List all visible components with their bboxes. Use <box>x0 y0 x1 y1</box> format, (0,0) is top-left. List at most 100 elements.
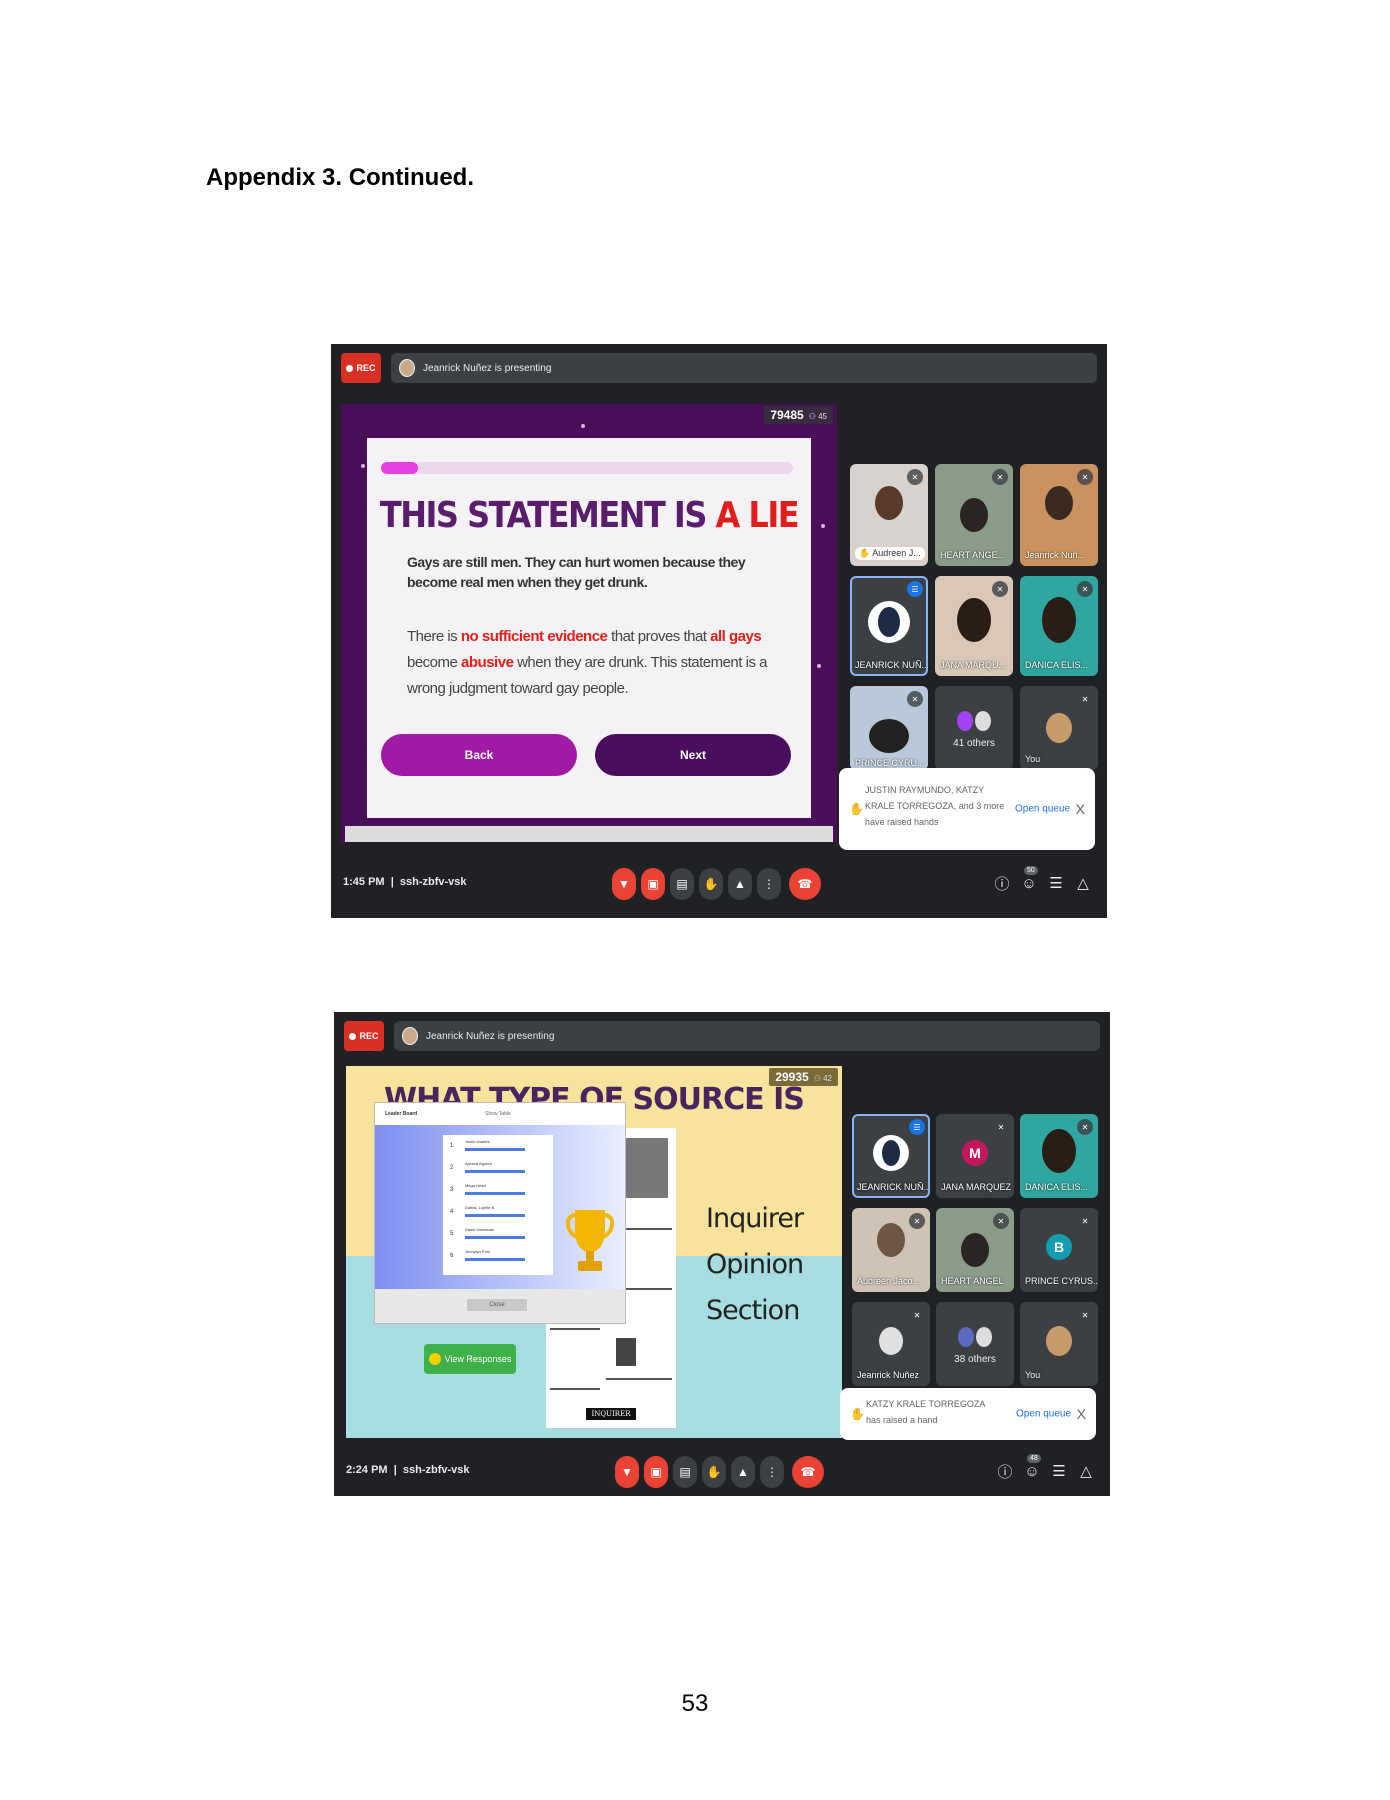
others-avatar <box>976 1327 992 1348</box>
participant-tile[interactable]: ✕ HEART ANGE... <box>935 464 1013 566</box>
participant-tile[interactable]: ✕ HEART ANGEL <box>936 1208 1014 1292</box>
participant-name: JEANRICK NUÑ... <box>855 660 928 670</box>
raise-hand-button[interactable]: ✋ <box>702 1456 726 1488</box>
camera-toggle-button[interactable]: ▣ <box>641 868 665 900</box>
presenting-banner: Jeanrick Nuñez is presenting <box>391 353 1097 383</box>
end-call-button[interactable]: ☎ <box>792 1456 824 1488</box>
mic-off-icon: ✕ <box>1077 1213 1093 1229</box>
notification-text: JUSTIN RAYMUNDO, KATZY KRALE TORREGOZA, … <box>865 785 1005 827</box>
chat-icon[interactable]: ☰ <box>1048 1460 1070 1482</box>
participant-tile[interactable]: B ✕ PRINCE CYRUS... <box>1020 1208 1098 1292</box>
raise-hand-button[interactable]: ✋ <box>699 868 723 900</box>
leaderboard-header: Leader Board Show Table <box>375 1103 625 1125</box>
speaking-icon: ☰ <box>907 581 923 597</box>
leaderboard-body: 1 Justin charles 2 Ajiesha Aguirre 3 Mega H… <box>375 1125 625 1289</box>
mic-toggle-button[interactable]: ▼ <box>612 868 636 900</box>
others-tile[interactable]: 38 others <box>936 1302 1014 1386</box>
activities-icon[interactable]: △ <box>1072 872 1094 894</box>
participant-name: JEANRICK NUÑ... <box>857 1182 930 1192</box>
self-avatar <box>1046 713 1072 743</box>
presenting-text: Jeanrick Nuñez is presenting <box>426 1030 555 1042</box>
participant-tile[interactable]: ☰ JEANRICK NUÑ... <box>852 1114 930 1198</box>
recording-badge: REC <box>341 353 381 383</box>
end-call-icon: ☎ <box>797 877 813 891</box>
others-count: 41 others <box>953 738 995 750</box>
meeting-code: ssh-zbfv-vsk <box>402 1464 470 1476</box>
others-tile[interactable]: 41 others <box>935 686 1013 770</box>
rank: 5 <box>450 1231 454 1237</box>
meeting-time: 1:45 PM <box>343 876 385 888</box>
end-call-icon: ☎ <box>800 1465 816 1479</box>
player-name: Jennylyn Polo <box>465 1249 490 1254</box>
participant-tile[interactable]: ✕ Jeanrick Nuñ... <box>1020 464 1098 566</box>
presentation-stage: 79485 ⚇ 45 THIS STATEMENT IS A LIE Gays a… <box>341 404 837 842</box>
participant-tile[interactable]: ✕ PRINCE CYRU... <box>850 686 928 770</box>
participant-avatar <box>873 1134 909 1171</box>
close-icon[interactable]: X <box>1076 801 1085 817</box>
present-button[interactable]: ▲ <box>728 868 752 900</box>
show-table-toggle[interactable]: Show Table <box>485 1111 511 1117</box>
leaderboard-close-button[interactable]: Close <box>467 1299 527 1311</box>
leaderboard-window: Leader Board Show Table 1 Justin charles … <box>374 1102 626 1324</box>
bg-dot <box>817 664 821 668</box>
participant-tile[interactable]: ☰ JEANRICK NUÑ... <box>850 576 928 676</box>
open-queue-link[interactable]: Open queue <box>1016 1409 1071 1420</box>
participant-name: PRINCE CYRU... <box>855 758 925 768</box>
camera-toggle-button[interactable]: ▣ <box>644 1456 668 1488</box>
more-vert-icon: ⋮ <box>763 877 775 891</box>
verdict-title: THIS STATEMENT IS A LIE <box>367 494 811 536</box>
meeting-controls-bar: 1:45 PM | ssh-zbfv-vsk ▼ ▣ ▤ ✋ ▲ ⋮ ☎ ⓘ ☺… <box>331 864 1107 904</box>
player-name: Dawn Mamauan <box>465 1227 495 1232</box>
expl-part: There is <box>407 628 461 645</box>
self-tile[interactable]: ✕ You <box>1020 1302 1098 1386</box>
participant-tile[interactable]: ✕ DANICA ELIS... <box>1020 1114 1098 1198</box>
presenter-avatar <box>402 1027 418 1045</box>
participant-tile[interactable]: M ✕ JANA MARQUEZ <box>936 1114 1014 1198</box>
chat-icon[interactable]: ☰ <box>1045 872 1067 894</box>
info-icon[interactable]: ⓘ <box>991 872 1013 894</box>
mic-toggle-button[interactable]: ▼ <box>615 1456 639 1488</box>
bg-dot <box>581 424 585 428</box>
meeting-time-info: 2:24 PM | ssh-zbfv-vsk <box>346 1464 470 1476</box>
self-tile[interactable]: ✕ You <box>1020 686 1098 770</box>
expl-part: become <box>407 654 462 671</box>
info-icon[interactable]: ⓘ <box>994 1460 1016 1482</box>
captions-button[interactable]: ▤ <box>673 1456 697 1488</box>
participant-avatar <box>868 601 910 643</box>
participant-tile[interactable]: ✕ Jeanrick Nuñez <box>852 1302 930 1386</box>
participant-name: You <box>1025 1370 1041 1380</box>
leaderboard-row: 5 Dawn Mamauan <box>447 1225 549 1245</box>
view-responses-label: View Responses <box>444 1354 512 1364</box>
participant-video <box>869 719 909 754</box>
page-number: 53 <box>681 1690 709 1717</box>
mic-off-icon: ✕ <box>1077 1119 1093 1135</box>
meeting-code: ssh-zbfv-vsk <box>399 876 467 888</box>
activities-icon[interactable]: △ <box>1075 1460 1097 1482</box>
leaderboard-row: 1 Justin charles <box>447 1137 549 1157</box>
participant-tile[interactable]: ✕ DANICA ELIS... <box>1020 576 1098 676</box>
camera-off-icon: ▣ <box>647 877 659 891</box>
open-queue-link[interactable]: Open queue <box>1015 804 1070 815</box>
rank: 6 <box>450 1253 454 1259</box>
more-options-button[interactable]: ⋮ <box>757 868 781 900</box>
speaking-icon: ☰ <box>909 1119 925 1135</box>
people-icon[interactable]: ☺ 50 <box>1018 866 1040 894</box>
participant-tile[interactable]: ✕ ✋ Audreen J... <box>850 464 928 566</box>
progress-fill <box>381 462 419 474</box>
mic-off-icon: ✕ <box>907 469 923 485</box>
captions-button[interactable]: ▤ <box>670 868 694 900</box>
notification-text: KATZY KRALE TORREGOZA has raised a hand <box>866 1399 985 1425</box>
view-responses-button[interactable]: View Responses <box>424 1344 516 1374</box>
participant-tile[interactable]: ✕ JANA MARQU... <box>935 576 1013 676</box>
close-icon[interactable]: X <box>1077 1406 1086 1422</box>
end-call-button[interactable]: ☎ <box>789 868 821 900</box>
back-button[interactable]: Back <box>381 734 577 776</box>
mic-off-icon: ▼ <box>618 877 630 891</box>
mic-off-icon: ✕ <box>1077 691 1093 707</box>
present-button[interactable]: ▲ <box>731 1456 755 1488</box>
score-bar <box>465 1148 525 1151</box>
more-options-button[interactable]: ⋮ <box>760 1456 784 1488</box>
participant-tile[interactable]: ✕ Audreen Jaco... <box>852 1208 930 1292</box>
people-icon[interactable]: ☺ 48 <box>1021 1454 1043 1482</box>
next-button[interactable]: Next <box>595 734 791 776</box>
